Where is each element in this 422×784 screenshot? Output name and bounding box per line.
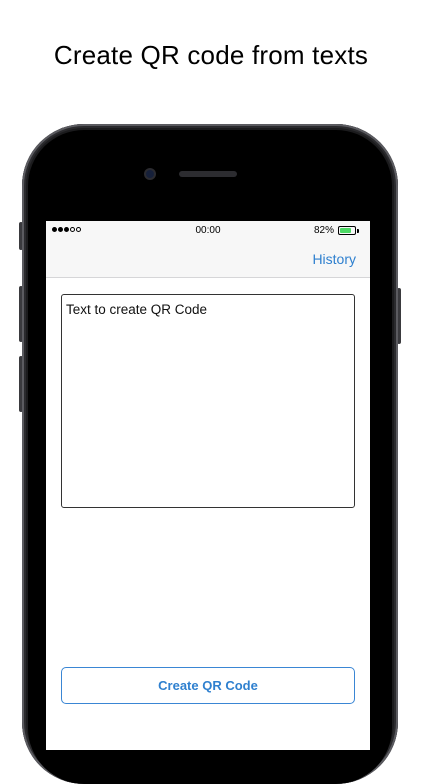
page-headline: Create QR code from texts (53, 40, 369, 70)
history-button[interactable]: History (312, 251, 356, 267)
status-bar: 00:00 82% (46, 221, 370, 241)
navigation-bar: History (46, 241, 370, 278)
battery-level-fill (340, 228, 352, 233)
app-screen: 00:00 82% History Text to create QR Code… (46, 221, 370, 750)
earpiece-speaker (179, 171, 237, 177)
battery-percentage: 82% (313, 225, 334, 236)
create-qr-code-button[interactable]: Create QR Code (61, 667, 355, 704)
battery-nub (357, 229, 359, 233)
battery-icon (338, 226, 356, 235)
qr-text-input[interactable]: Text to create QR Code (61, 294, 355, 508)
front-camera-icon (146, 170, 154, 178)
